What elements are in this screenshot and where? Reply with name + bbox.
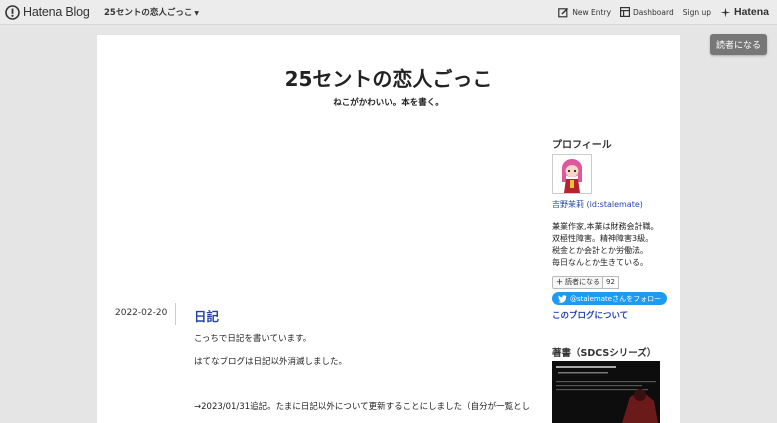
profile-desc-line: 兼業作家,本業は財務会計職。 (552, 222, 659, 231)
profile-desc-line: 毎日なんとか生きている。 (552, 258, 648, 267)
entry-separator (175, 303, 176, 325)
hatena-blog-logo[interactable]: Hatena Blog (5, 4, 90, 20)
dashboard-label: Dashboard (633, 7, 674, 17)
entry-date[interactable]: 2022-02-20 (115, 308, 167, 318)
avatar-icon (553, 155, 591, 193)
entry-paragraph: →2023/01/31追記。たまに日記以外について更新することにしました（自分が… (194, 402, 531, 412)
blog-switcher[interactable]: 25セントの恋人ごっこ ▼ (104, 6, 199, 18)
profile-heading: プロフィール (552, 140, 612, 151)
blog-title[interactable]: 25セントの恋人ごっこ (97, 63, 680, 92)
twitter-follow-button[interactable]: @stalemateさんをフォロー (552, 292, 667, 305)
new-entry-label: New Entry (572, 7, 612, 17)
logo-text: Hatena Blog (23, 5, 90, 19)
caret-down-icon: ▼ (194, 10, 199, 17)
plus-icon: ＋ (556, 278, 563, 286)
header-actions: New Entry Dashboard Sign up Hatena (549, 4, 769, 20)
entry-paragraph: こっちで日記を書いています。 (194, 334, 312, 344)
hatena-link[interactable]: Hatena (720, 6, 769, 18)
dashboard-link[interactable]: Dashboard (620, 7, 674, 17)
subscribe-label: 読者になる (565, 278, 600, 286)
floating-subscribe-button[interactable]: 読者になる (709, 34, 767, 55)
profile-description: 兼業作家,本業は財務会計職。 双極性障害。精神障害3級。 税金とか会計とか労働法… (552, 221, 682, 269)
blog-container: 25セントの恋人ごっこ ねこがかわいい。本を書く。 2022-02-20 日記 … (97, 35, 680, 423)
entry-title[interactable]: 日記 (194, 306, 219, 325)
subscribe-button[interactable]: ＋ 読者になる (552, 276, 604, 289)
avatar[interactable] (552, 154, 592, 194)
profile-desc-line: 税金とか会計とか労働法。 (552, 246, 648, 255)
signup-label: Sign up (682, 7, 711, 17)
dashboard-icon (620, 7, 631, 17)
about-blog-link[interactable]: このブログについて (552, 309, 628, 321)
entry-paragraph: はてなブログは日記以外消滅しました。 (194, 357, 348, 367)
follow-label: @stalemateさんをフォロー (570, 294, 662, 303)
edit-icon (558, 7, 569, 17)
book-cover-art (552, 361, 660, 423)
hatena-mark-icon (720, 7, 731, 17)
blog-description: ねこがかわいい。本を書く。 (333, 98, 444, 108)
signup-link[interactable]: Sign up (683, 8, 711, 17)
subscriber-count: 92 (602, 276, 619, 289)
profile-name-link[interactable]: 吉野茉莉 (id:stalemate) (552, 199, 643, 210)
book-cover-image[interactable] (552, 361, 660, 423)
hatena-label: Hatena (733, 6, 769, 18)
hatena-logo-icon (5, 4, 20, 20)
books-heading: 著書（SDCSシリーズ） (552, 348, 657, 359)
profile-desc-line: 双極性障害。精神障害3級。 (552, 234, 654, 243)
global-header: Hatena Blog 25セントの恋人ごっこ ▼ New Entry Dashb… (0, 0, 777, 25)
twitter-bird-icon (558, 294, 567, 303)
new-entry-link[interactable]: New Entry (558, 7, 611, 18)
blog-switcher-label: 25セントの恋人ごっこ (104, 8, 193, 18)
